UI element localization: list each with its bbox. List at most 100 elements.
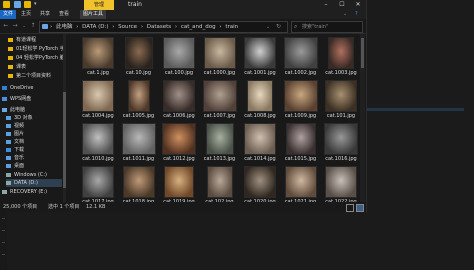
file-name: cat.1012.jpg bbox=[163, 156, 195, 162]
file-item[interactable]: cat.1005.jpg bbox=[119, 77, 159, 119]
quick-access-dropdown-icon[interactable]: ▾ bbox=[34, 1, 41, 8]
file-item[interactable]: cat.10.jpg bbox=[119, 34, 159, 76]
up-icon[interactable]: ↑ bbox=[29, 22, 37, 30]
title-bar: ▾ 管理 train – ☐ ✕ bbox=[0, 0, 366, 10]
file-name: cat.1000.jpg bbox=[203, 70, 236, 76]
breadcrumb-this-pc[interactable]: 此电脑 bbox=[56, 24, 73, 30]
file-item[interactable]: cat.1012.jpg bbox=[159, 120, 199, 162]
image-thumbnail bbox=[326, 81, 356, 111]
minimize-button[interactable]: – bbox=[318, 0, 334, 10]
folder-icon bbox=[8, 64, 13, 69]
folder-icon bbox=[3, 1, 10, 8]
file-name: cat.1013.jpg bbox=[203, 156, 236, 162]
sidebar-item-label: 视频 bbox=[14, 123, 25, 129]
sidebar-item-label: RECOVERY (E:) bbox=[10, 189, 48, 195]
breadcrumb-train[interactable]: train bbox=[225, 24, 238, 30]
status-selected: 选中 1 个项目 bbox=[48, 204, 80, 210]
recent-dropdown-icon[interactable]: ⌄ bbox=[20, 22, 28, 30]
file-item[interactable]: cat.1003.jpg bbox=[321, 34, 360, 76]
file-item[interactable]: cat.1018.jpg bbox=[119, 163, 159, 202]
sidebar-item[interactable]: WPS网盘 bbox=[2, 95, 31, 103]
sidebar-item[interactable]: 音乐 bbox=[6, 154, 24, 162]
tab-share[interactable]: 共享 bbox=[37, 10, 53, 19]
navigation-scrollbar-thumb[interactable] bbox=[63, 92, 66, 188]
file-name: cat.1010.jpg bbox=[82, 156, 114, 162]
file-item[interactable]: cat.1022.jpg bbox=[321, 163, 360, 202]
file-name: cat.1011.jpg bbox=[122, 156, 155, 162]
breadcrumb-datasets[interactable]: Datasets bbox=[147, 24, 171, 30]
file-item[interactable]: cat.1020.jpg bbox=[240, 163, 280, 202]
new-folder-icon[interactable] bbox=[24, 1, 31, 8]
sidebar-item[interactable]: DATA (D:) bbox=[6, 179, 62, 187]
address-bar[interactable]: › 此电脑 › DATA (D:) › Source › Datasets › … bbox=[39, 21, 288, 33]
file-item[interactable]: cat.101.jpg bbox=[321, 77, 360, 119]
file-item[interactable]: cat.1015.jpg bbox=[281, 120, 321, 162]
file-item[interactable]: cat.1008.jpg bbox=[240, 77, 280, 119]
file-grid-scrollbar-thumb[interactable] bbox=[361, 38, 364, 68]
sidebar-item[interactable]: 视频 bbox=[6, 122, 24, 130]
sidebar-item[interactable]: 图片 bbox=[6, 130, 24, 138]
sidebar-item[interactable]: 课表 bbox=[8, 63, 26, 71]
file-item[interactable]: cat.1007.jpg bbox=[200, 77, 240, 119]
sidebar-item[interactable]: 01轻松学 PyTorch 手 bbox=[8, 45, 65, 53]
image-thumbnail bbox=[204, 38, 235, 68]
file-name: cat.1.jpg bbox=[87, 70, 109, 76]
large-icons-view-icon[interactable] bbox=[356, 204, 364, 212]
sidebar-item[interactable]: OneDrive bbox=[2, 84, 34, 92]
sidebar-item[interactable]: Windows (C:) bbox=[6, 171, 47, 179]
properties-icon[interactable] bbox=[14, 1, 21, 8]
back-icon[interactable]: ← bbox=[2, 22, 10, 30]
file-item[interactable]: cat.1011.jpg bbox=[119, 120, 159, 162]
breadcrumb-data-drive[interactable]: DATA (D:) bbox=[82, 24, 108, 30]
file-item[interactable]: cat.1014.jpg bbox=[240, 120, 280, 162]
sidebar-item[interactable]: 第二个项目资料 bbox=[8, 72, 51, 80]
file-grid-scrollbar[interactable] bbox=[360, 34, 365, 202]
sidebar-item[interactable]: 桌面 bbox=[6, 162, 24, 170]
close-button[interactable]: ✕ bbox=[350, 0, 366, 10]
search-input[interactable]: ⌕ 搜索"train" bbox=[291, 21, 363, 33]
sidebar-item-label: OneDrive bbox=[10, 85, 34, 91]
file-name: cat.1002.jpg bbox=[284, 70, 317, 76]
sidebar-item[interactable]: 04 轻松学PyTorch 脑 bbox=[8, 54, 65, 62]
help-icon[interactable]: ? bbox=[352, 10, 361, 19]
ribbon-expand-icon[interactable]: ⌄ bbox=[340, 10, 350, 19]
file-item[interactable]: cat.1000.jpg bbox=[200, 34, 240, 76]
details-view-icon[interactable] bbox=[346, 204, 354, 212]
navigation-scrollbar[interactable] bbox=[63, 34, 66, 202]
file-item[interactable]: cat.1019.jpg bbox=[159, 163, 199, 202]
sidebar-item[interactable]: RECOVERY (E:) bbox=[2, 188, 47, 196]
image-thumbnail bbox=[125, 38, 152, 68]
file-item[interactable]: cat.100.jpg bbox=[159, 34, 199, 76]
file-item[interactable]: cat.1004.jpg bbox=[78, 77, 118, 119]
file-item[interactable]: cat.1.jpg bbox=[78, 34, 118, 76]
breadcrumb-cat-and-dog[interactable]: cat_and_dog bbox=[181, 24, 216, 30]
tab-view[interactable]: 查看 bbox=[56, 10, 72, 19]
sidebar-item[interactable]: 此电脑 bbox=[2, 106, 25, 114]
breadcrumb-source[interactable]: Source bbox=[118, 24, 137, 30]
refresh-icon[interactable]: ↻ bbox=[276, 22, 281, 32]
file-item[interactable]: cat.1021.jpg bbox=[281, 163, 321, 202]
manage-tab[interactable]: 管理 bbox=[84, 0, 114, 10]
address-dropdown-icon[interactable]: ⌄ bbox=[266, 22, 270, 32]
tab-picture-tools[interactable]: 图片工具 bbox=[80, 10, 107, 19]
file-item[interactable]: cat.1017.jpg bbox=[78, 163, 118, 202]
file-item[interactable]: cat.1001.jpg bbox=[240, 34, 280, 76]
file-item[interactable]: cat.1009.jpg bbox=[281, 77, 321, 119]
tab-file[interactable]: 文件 bbox=[0, 10, 17, 19]
file-name: cat.1015.jpg bbox=[284, 156, 317, 162]
file-item[interactable]: cat.1010.jpg bbox=[78, 120, 118, 162]
file-item[interactable]: cat.1002.jpg bbox=[281, 34, 321, 76]
sidebar-item[interactable]: 有道课程 bbox=[8, 36, 36, 44]
tab-home[interactable]: 主页 bbox=[18, 10, 34, 19]
file-item[interactable]: cat.1016.jpg bbox=[321, 120, 360, 162]
file-item[interactable]: cat.102.jpg bbox=[200, 163, 240, 202]
file-item[interactable]: cat.1013.jpg bbox=[200, 120, 240, 162]
sidebar-item[interactable]: 文档 bbox=[6, 138, 24, 146]
folder-icon bbox=[6, 155, 11, 160]
folder-icon bbox=[2, 107, 7, 112]
maximize-button[interactable]: ☐ bbox=[334, 0, 350, 10]
sidebar-item[interactable]: 3D 对象 bbox=[6, 114, 33, 122]
file-item[interactable]: cat.1006.jpg bbox=[159, 77, 199, 119]
forward-icon[interactable]: → bbox=[11, 22, 19, 30]
sidebar-item[interactable]: 下载 bbox=[6, 146, 24, 154]
